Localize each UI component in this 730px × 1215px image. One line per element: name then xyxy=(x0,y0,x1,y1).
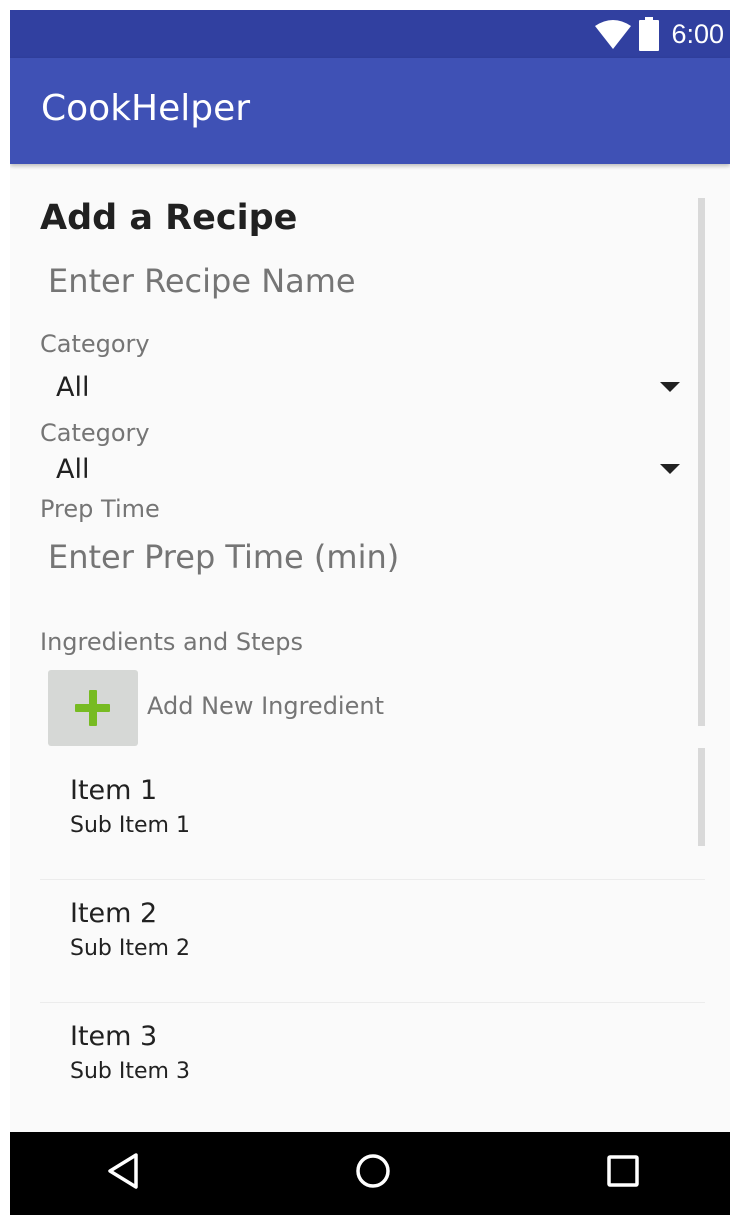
dropdown-arrow-icon xyxy=(660,464,680,474)
app-title: CookHelper xyxy=(41,88,251,129)
recents-icon xyxy=(607,1155,639,1192)
list-item-subtitle: Sub Item 1 xyxy=(70,813,190,838)
home-button[interactable] xyxy=(313,1132,433,1215)
battery-icon xyxy=(639,17,660,51)
status-bar: 6:00 xyxy=(10,10,730,58)
home-icon xyxy=(355,1153,391,1194)
list-item[interactable]: Item 3 Sub Item 3 xyxy=(40,1021,705,1143)
list-item-title: Item 3 xyxy=(70,1021,158,1052)
add-ingredient-button[interactable] xyxy=(48,670,138,746)
list-divider xyxy=(40,1002,705,1003)
back-button[interactable] xyxy=(63,1132,183,1215)
recents-button[interactable] xyxy=(563,1132,683,1215)
form-scrollbar[interactable] xyxy=(698,198,705,726)
status-icons: 6:00 xyxy=(595,10,724,58)
prep-time-input[interactable]: Enter Prep Time (min) xyxy=(48,538,399,576)
wifi-icon xyxy=(595,19,632,49)
category-spinner-2-value: All xyxy=(56,454,90,485)
back-icon xyxy=(106,1152,140,1195)
category-spinner-1[interactable]: All xyxy=(40,368,680,412)
category-spinner-1-value: All xyxy=(56,372,90,403)
list-item-subtitle: Sub Item 3 xyxy=(70,1059,190,1084)
list-divider xyxy=(40,879,705,880)
ingredients-label: Ingredients and Steps xyxy=(40,628,303,656)
list-item-title: Item 1 xyxy=(70,775,158,806)
category-spinner-2[interactable]: All xyxy=(40,450,680,494)
page-title: Add a Recipe xyxy=(40,198,298,238)
list-item-subtitle: Sub Item 2 xyxy=(70,936,190,961)
device-screen: 6:00 CookHelper Add a Recipe Enter Recip… xyxy=(10,10,730,1215)
dropdown-arrow-icon xyxy=(660,382,680,392)
navigation-bar xyxy=(10,1132,730,1215)
prep-time-label: Prep Time xyxy=(40,495,160,523)
recipe-name-input[interactable]: Enter Recipe Name xyxy=(48,262,356,300)
app-bar: CookHelper xyxy=(10,58,730,164)
list-item-title: Item 2 xyxy=(70,898,158,929)
category-label-1: Category xyxy=(40,330,150,358)
status-time: 6:00 xyxy=(671,18,724,49)
add-ingredient-label[interactable]: Add New Ingredient xyxy=(147,692,384,720)
category-label-2: Category xyxy=(40,419,150,447)
recipe-form: Add a Recipe Enter Recipe Name Category … xyxy=(10,164,730,1132)
